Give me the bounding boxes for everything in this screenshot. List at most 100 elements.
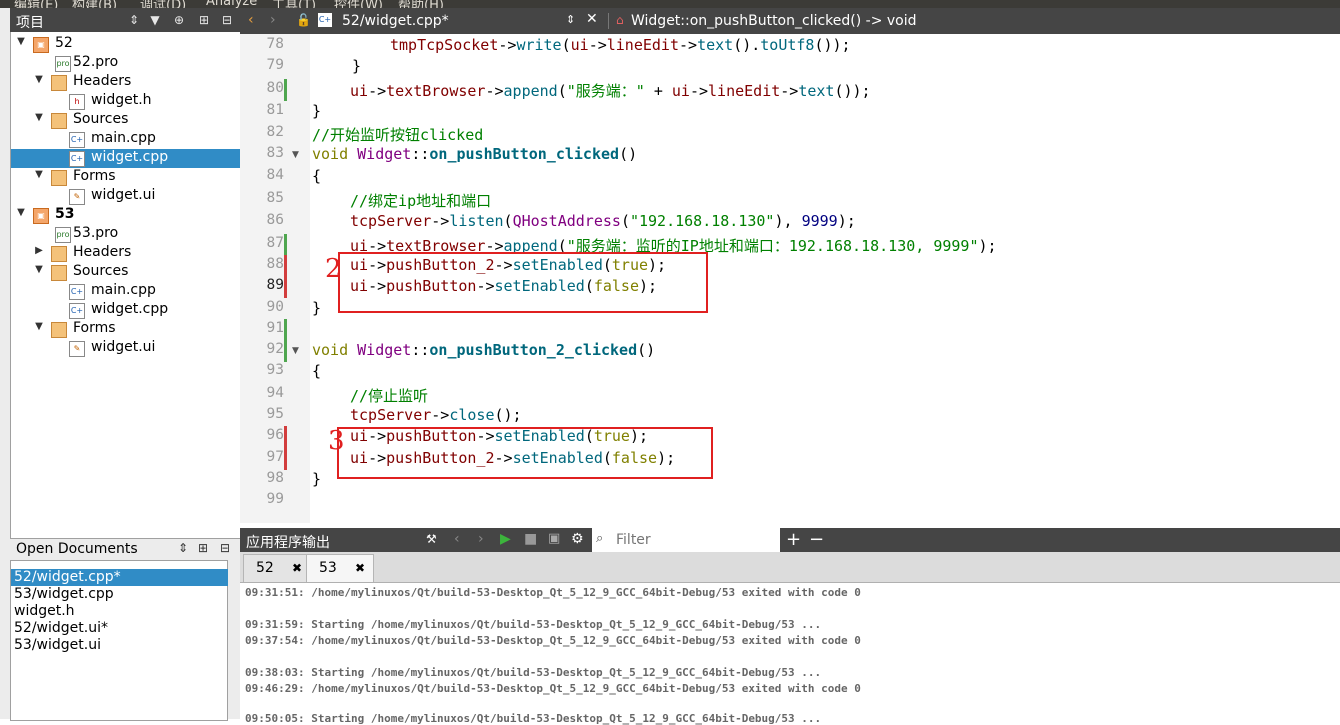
tab-52[interactable]: 52 ✖ xyxy=(243,554,311,582)
forward-icon[interactable]: › xyxy=(270,12,276,28)
code-token: "192.168.18.130" xyxy=(629,212,775,230)
menu-build[interactable]: 构建(B) xyxy=(72,0,117,8)
sort-icon[interactable]: ⇕ xyxy=(178,541,188,555)
stop-icon[interactable]: ▣ xyxy=(548,531,560,546)
line-number: 79 xyxy=(266,57,284,73)
tree-item-widget-cpp-53[interactable]: C+ widget.cpp xyxy=(11,301,241,320)
tree-item-sources[interactable]: ▼ Sources xyxy=(11,111,241,130)
line-number: 87 xyxy=(266,235,284,251)
tree-item-widget-ui[interactable]: ✎ widget.ui xyxy=(11,187,241,206)
chevron-right-icon[interactable]: ▶ xyxy=(33,245,45,256)
chevron-down-icon[interactable]: ▼ xyxy=(33,112,45,123)
code-token: ui xyxy=(350,82,369,100)
split-icon[interactable]: ⊞ xyxy=(195,11,213,29)
output-line: 09:38:03: Starting /home/mylinuxos/Qt/bu… xyxy=(245,666,822,679)
tree-item-sources-53[interactable]: ▼ Sources xyxy=(11,263,241,282)
line-number: 95 xyxy=(266,406,284,422)
annotation-box-3 xyxy=(337,427,713,479)
stop-icon[interactable]: ■ xyxy=(524,531,537,547)
current-file-name[interactable]: 52/widget.cpp* xyxy=(342,13,449,29)
link-icon[interactable]: ⊕ xyxy=(170,11,188,29)
chevron-down-icon[interactable]: ▼ xyxy=(33,169,45,180)
tree-item-headers[interactable]: ▼ Headers xyxy=(11,73,241,92)
tree-item-forms[interactable]: ▼ Forms xyxy=(11,168,241,187)
chevron-down-icon[interactable]: ⇕ xyxy=(566,13,575,26)
tree-item-project-52[interactable]: ▼ ▣ 52 xyxy=(11,35,241,54)
code-line: //开始监听按钮clicked xyxy=(312,124,483,145)
tree-item-main-cpp[interactable]: C+ main.cpp xyxy=(11,130,241,149)
filter-icon[interactable]: ▼ xyxy=(146,11,164,29)
menu-tools[interactable]: 工具(T) xyxy=(272,0,316,8)
filter-field[interactable]: ⌕ xyxy=(592,528,780,552)
open-document-item[interactable]: 53/widget.cpp xyxy=(11,586,228,603)
function-icon: ⌂ xyxy=(616,13,624,27)
back-icon[interactable]: ‹ xyxy=(454,531,460,547)
menu-help[interactable]: 帮助(H) xyxy=(398,0,444,8)
tree-item-widget-cpp[interactable]: C+ widget.cpp xyxy=(11,149,241,168)
minus-icon[interactable]: − xyxy=(809,529,824,550)
line-number-gutter: 78 79 80 81 82 83 ▼ 84 85 86 87 88 89 90 91 92 ▼ 93 94 95 96… xyxy=(240,34,310,523)
close-icon[interactable]: ⊟ xyxy=(220,541,230,555)
menu-edit[interactable]: 编辑(E) xyxy=(14,0,58,8)
forward-icon[interactable]: › xyxy=(478,531,484,547)
tree-item-widget-h[interactable]: h widget.h xyxy=(11,92,241,111)
current-function-name[interactable]: Widget::on_pushButton_clicked() -> void xyxy=(631,13,917,29)
code-token: ( xyxy=(620,212,630,230)
code-token: ( xyxy=(503,212,513,230)
menu-debug[interactable]: 调试(D) xyxy=(140,0,186,8)
chevron-down-icon[interactable]: ▼ xyxy=(33,264,45,275)
code-line: //绑定ip地址和端口 xyxy=(350,190,491,211)
close-icon[interactable]: ⊟ xyxy=(218,11,236,29)
tree-item-widget-ui-53[interactable]: ✎ widget.ui xyxy=(11,339,241,358)
chevron-down-icon[interactable]: ▼ xyxy=(33,74,45,85)
open-document-item[interactable]: 52/widget.cpp* xyxy=(11,569,228,586)
code-token: { xyxy=(312,362,322,380)
menu-widgets[interactable]: 控件(W) xyxy=(334,0,383,8)
close-icon[interactable]: ✖ xyxy=(292,555,302,582)
tree-item-headers-53[interactable]: ▶ Headers xyxy=(11,244,241,263)
folder-icon xyxy=(51,265,67,281)
fold-arrow-icon[interactable]: ▼ xyxy=(292,150,299,160)
open-document-item[interactable]: 52/widget.ui* xyxy=(11,620,228,637)
open-document-item[interactable]: widget.h xyxy=(11,603,228,620)
chevron-down-icon[interactable]: ▼ xyxy=(15,207,27,218)
tree-item-forms-53[interactable]: ▼ Forms xyxy=(11,320,241,339)
menu-analyze[interactable]: Analyze xyxy=(206,0,257,8)
chevron-down-icon[interactable]: ▼ xyxy=(15,36,27,47)
split-icon[interactable]: ⊞ xyxy=(198,541,208,555)
code-line: { xyxy=(312,362,321,380)
open-document-item[interactable]: 53/widget.ui xyxy=(11,637,228,654)
settings-icon[interactable]: ⚙ xyxy=(571,531,584,547)
application-output[interactable]: 09:31:51: /home/mylinuxos/Qt/build-53-De… xyxy=(240,583,1340,725)
tab-53[interactable]: 53 ✖ xyxy=(306,554,374,582)
cpp-file-icon: C+ xyxy=(69,132,85,148)
tree-item-53-pro[interactable]: pro 53.pro xyxy=(11,225,241,244)
code-token: :: xyxy=(411,145,430,163)
sort-icon[interactable]: ⇕ xyxy=(125,11,143,29)
build-icon[interactable]: ⚒ xyxy=(426,532,437,546)
tree-label: main.cpp xyxy=(91,282,156,298)
code-line: ui->textBrowser->append("服务端：" + ui->lin… xyxy=(350,80,871,101)
output-line: 09:31:51: /home/mylinuxos/Qt/build-53-De… xyxy=(245,586,861,599)
chevron-down-icon[interactable]: ▼ xyxy=(33,321,45,332)
change-marker xyxy=(284,319,287,341)
run-icon[interactable]: ▶ xyxy=(500,531,511,547)
close-icon[interactable]: ✕ xyxy=(586,11,598,27)
tree-item-main-cpp-53[interactable]: C+ main.cpp xyxy=(11,282,241,301)
folder-icon xyxy=(51,75,67,91)
code-token: { xyxy=(312,167,322,185)
line-number: 84 xyxy=(266,167,284,183)
code-token: QHostAddress xyxy=(512,212,621,230)
project-icon: ▣ xyxy=(33,208,49,224)
close-icon[interactable]: ✖ xyxy=(355,555,365,582)
code-editor[interactable]: 78 79 80 81 82 83 ▼ 84 85 86 87 88 89 90 91 92 ▼ 93 94 95 96… xyxy=(240,34,1340,523)
plus-icon[interactable]: + xyxy=(786,529,801,550)
back-icon[interactable]: ‹ xyxy=(248,12,254,28)
fold-arrow-icon[interactable]: ▼ xyxy=(292,346,299,356)
filter-input[interactable] xyxy=(614,530,778,550)
header-file-icon: h xyxy=(69,94,85,110)
tree-item-project-53[interactable]: ▼ ▣ 53 xyxy=(11,206,241,225)
tree-item-52-pro[interactable]: pro 52.pro xyxy=(11,54,241,73)
code-token: ( xyxy=(557,82,567,100)
